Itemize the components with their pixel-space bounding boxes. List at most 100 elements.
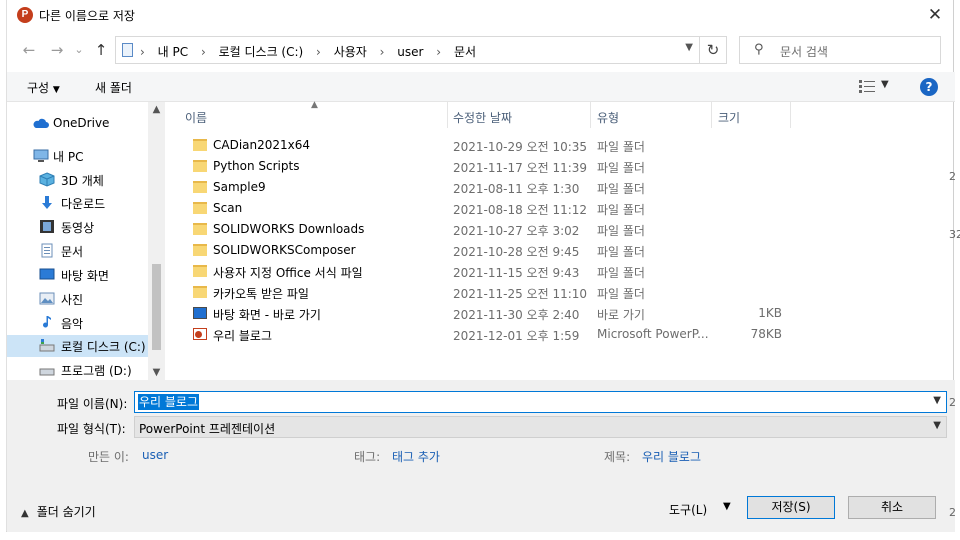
view-options-icon[interactable] [859, 80, 875, 94]
back-button[interactable]: ← [19, 41, 39, 59]
column-header-modified[interactable]: 수정한 날짜 [448, 102, 590, 128]
breadcrumb-item[interactable]: user [397, 45, 423, 59]
filetype-select[interactable]: PowerPoint 프레젠테이션 ▼ [134, 416, 947, 438]
file-list: 이름 ▲ 수정한 날짜 유형 크기 CADian2021x64 2021-10-… [165, 100, 955, 380]
file-row[interactable]: 바탕 화면 - 바로 가기 2021-11-30 오후 2:40 바로 가기 1… [185, 303, 805, 324]
file-modified: 2021-12-01 오후 1:59 [453, 329, 580, 343]
refresh-button[interactable]: ↻ [699, 36, 727, 64]
breadcrumb-separator: › [316, 45, 321, 59]
file-row[interactable]: 사용자 지정 Office 서식 파일 2021-11-15 오전 9:43 파… [185, 261, 805, 282]
breadcrumb-item[interactable]: 로컬 디스크 (C:) [219, 45, 304, 59]
file-size: 78KB [750, 327, 782, 341]
cube-icon [39, 172, 55, 187]
powerpoint-app-icon: P [17, 7, 33, 23]
sidebar-item-label: 로컬 디스크 (C:) [61, 340, 146, 354]
chevron-down-icon[interactable]: ▼ [723, 501, 731, 512]
chevron-down-icon[interactable]: ▼ [685, 42, 693, 53]
breadcrumb-separator: › [140, 45, 145, 59]
hide-folders-button[interactable]: ▲ 폴더 숨기기 [21, 503, 96, 520]
author-value[interactable]: user [142, 448, 168, 462]
file-row[interactable]: 우리 블로그 2021-12-01 오후 1:59 Microsoft Powe… [185, 324, 805, 345]
chevron-down-icon: ▼ [933, 420, 941, 431]
scroll-down-arrow-icon[interactable]: ▼ [148, 367, 165, 378]
column-header-size[interactable]: 크기 [712, 102, 790, 128]
sidebar-item-local-disk-c[interactable]: 로컬 디스크 (C:) [7, 335, 153, 357]
folder-icon [193, 160, 207, 172]
drive-icon [39, 339, 55, 352]
forward-button[interactable]: → [47, 41, 67, 59]
file-type: 파일 폴더 [597, 287, 645, 301]
new-folder-button[interactable]: 새 폴더 [95, 79, 132, 96]
file-row[interactable]: Python Scripts 2021-11-17 오전 11:39 파일 폴더 [185, 156, 805, 177]
sidebar-item-program-d[interactable]: 프로그램 (D:) [7, 359, 153, 380]
search-icon: ⚲ [754, 42, 764, 57]
column-header-type[interactable]: 유형 [591, 102, 711, 128]
tags-field[interactable]: 태그 추가 [392, 448, 440, 465]
sidebar-item-label: 사진 [61, 293, 84, 307]
sidebar-item-label: 다운로드 [61, 197, 106, 211]
file-row[interactable]: Sample9 2021-08-11 오후 1:30 파일 폴더 [185, 177, 805, 198]
sidebar-item-downloads[interactable]: 다운로드 [7, 192, 153, 214]
organize-button[interactable]: 구성 ▼ [27, 79, 60, 96]
file-type: 바로 가기 [597, 308, 645, 322]
scrollbar-thumb[interactable] [152, 264, 161, 350]
subject-field[interactable]: 우리 블로그 [642, 448, 701, 465]
sidebar-item-this-pc[interactable]: 내 PC [7, 145, 153, 167]
chevron-down-icon[interactable]: ▼ [933, 395, 941, 406]
navigation-bar: ← → ⌄ ↑ › 내 PC › 로컬 디스크 (C:) › 사용자 › use… [7, 34, 955, 66]
shortcut-icon [193, 307, 207, 319]
up-button[interactable]: ↑ [91, 41, 111, 59]
organize-label: 구성 [27, 81, 50, 95]
desktop-icon [39, 268, 55, 280]
sidebar-item-pictures[interactable]: 사진 [7, 288, 153, 310]
file-row[interactable]: SOLIDWORKS Downloads 2021-10-27 오후 3:02 … [185, 219, 805, 240]
save-options-panel: 파일 이름(N): 우리 블로그 ▼ 파일 형식(T): PowerPoint … [7, 380, 955, 532]
file-row[interactable]: SOLIDWORKSComposer 2021-10-28 오전 9:45 파일… [185, 240, 805, 261]
background-text-fragment: 2 [949, 170, 956, 183]
recent-locations-button[interactable]: ⌄ [69, 41, 89, 59]
column-header-name[interactable]: 이름 ▲ [165, 100, 447, 128]
cancel-button[interactable]: 취소 [848, 496, 936, 519]
sidebar-item-documents[interactable]: 문서 [7, 240, 153, 262]
filename-field[interactable]: 우리 블로그 ▼ [134, 391, 947, 413]
breadcrumb-item[interactable]: 문서 [454, 45, 476, 59]
save-button[interactable]: 저장(S) [747, 496, 835, 519]
sidebar-item-desktop[interactable]: 바탕 화면 [7, 264, 153, 286]
scroll-up-arrow-icon[interactable]: ▲ [148, 104, 165, 115]
tools-button[interactable]: 도구(L) [669, 501, 707, 518]
breadcrumb-separator: › [436, 45, 442, 59]
sidebar-item-label: 동영상 [61, 221, 95, 235]
hide-folders-label: 폴더 숨기기 [36, 505, 96, 519]
file-name: SOLIDWORKSComposer [213, 243, 356, 257]
download-icon [42, 196, 52, 209]
dialog-title: 다른 이름으로 저장 [39, 9, 135, 23]
file-name: CADian2021x64 [213, 138, 311, 152]
file-row[interactable]: CADian2021x64 2021-10-29 오전 10:35 파일 폴더 [185, 135, 805, 156]
close-button[interactable]: ✕ [921, 4, 949, 26]
file-name: Scan [213, 201, 243, 215]
title-bar: P 다른 이름으로 저장 ✕ [7, 0, 955, 30]
breadcrumb-item[interactable]: 내 PC [158, 45, 188, 59]
chevron-up-icon: ▲ [21, 508, 29, 519]
folder-icon [193, 286, 207, 298]
sidebar-item-videos[interactable]: 동영상 [7, 216, 153, 238]
search-input[interactable]: ⚲ 문서 검색 [739, 36, 941, 64]
file-row[interactable]: 카카오톡 받은 파일 2021-11-25 오전 11:10 파일 폴더 [185, 282, 805, 303]
sidebar-item-music[interactable]: 음악 [7, 312, 153, 334]
navigation-pane-scrollbar[interactable]: ▲ ▼ [148, 102, 165, 380]
chevron-down-icon[interactable]: ▼ [881, 79, 889, 90]
filetype-value: PowerPoint 프레젠테이션 [139, 422, 276, 436]
sidebar-item-onedrive[interactable]: OneDrive [7, 113, 153, 135]
folder-icon [193, 139, 207, 151]
file-modified: 2021-10-27 오후 3:02 [453, 224, 580, 238]
file-type: Microsoft PowerP... [597, 327, 709, 341]
video-icon [40, 220, 54, 233]
sidebar-item-3d-objects[interactable]: 3D 개체 [7, 169, 153, 191]
column-divider[interactable] [790, 102, 791, 128]
help-button[interactable]: ? [920, 78, 938, 96]
file-modified: 2021-10-29 오전 10:35 [453, 140, 588, 154]
address-bar[interactable]: › 내 PC › 로컬 디스크 (C:) › 사용자 › user › 문서 ▼ [115, 36, 700, 64]
file-row[interactable]: Scan 2021-08-18 오전 11:12 파일 폴더 [185, 198, 805, 219]
breadcrumb-item[interactable]: 사용자 [334, 45, 367, 59]
breadcrumb: › 내 PC › 로컬 디스크 (C:) › 사용자 › user › 문서 [140, 43, 485, 60]
